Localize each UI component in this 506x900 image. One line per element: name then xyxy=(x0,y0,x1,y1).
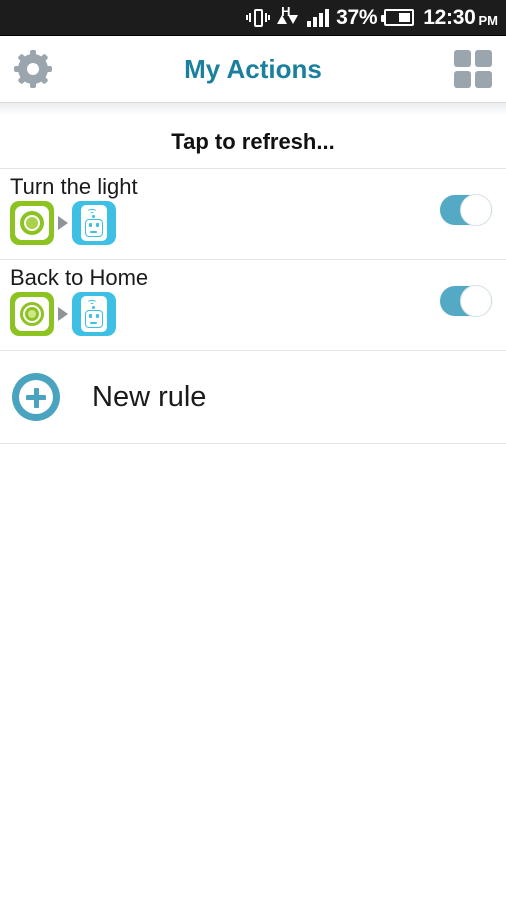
rule-enable-toggle[interactable] xyxy=(440,194,492,226)
wifi-smart-plug-icon xyxy=(72,292,116,337)
battery-icon xyxy=(381,9,415,26)
status-clock: 12:30 PM xyxy=(423,7,498,28)
rule-enable-toggle[interactable] xyxy=(440,285,492,317)
vibrate-icon xyxy=(246,7,271,29)
refresh-label: Tap to refresh... xyxy=(171,129,335,154)
rule-row[interactable]: Turn the light xyxy=(0,168,506,259)
arrow-right-icon xyxy=(58,307,68,322)
rule-title: Turn the light xyxy=(10,174,138,199)
rule-icon-chain xyxy=(10,201,440,246)
rule-info: Turn the light xyxy=(0,169,440,246)
rule-icon-chain xyxy=(10,292,440,337)
rule-title: Back to Home xyxy=(10,265,149,290)
tap-to-refresh-banner[interactable]: Tap to refresh... xyxy=(0,116,506,168)
new-rule-row[interactable]: New rule xyxy=(0,350,506,444)
signal-bars-icon xyxy=(307,8,330,27)
wifi-smart-plug-icon xyxy=(72,201,116,246)
hsdpa-data-icon: H xyxy=(276,5,300,30)
rule-info: Back to Home xyxy=(0,260,440,337)
arrow-right-icon xyxy=(58,216,68,231)
battery-percent: 37% xyxy=(336,6,378,29)
app-header: My Actions xyxy=(0,36,506,103)
toggle-knob xyxy=(460,194,492,226)
button-trigger-icon xyxy=(10,201,54,246)
status-bar: H 37% 12:30 PM xyxy=(0,0,506,36)
page-title: My Actions xyxy=(184,53,322,84)
clock-ampm: PM xyxy=(478,13,499,28)
new-rule-label: New rule xyxy=(92,380,207,413)
geofence-trigger-icon xyxy=(10,292,54,337)
toggle-knob xyxy=(460,285,492,317)
clock-time: 12:30 xyxy=(423,6,476,29)
plus-circle-icon[interactable] xyxy=(12,373,60,421)
header-shadow xyxy=(0,102,506,116)
rule-row[interactable]: Back to Home xyxy=(0,259,506,350)
